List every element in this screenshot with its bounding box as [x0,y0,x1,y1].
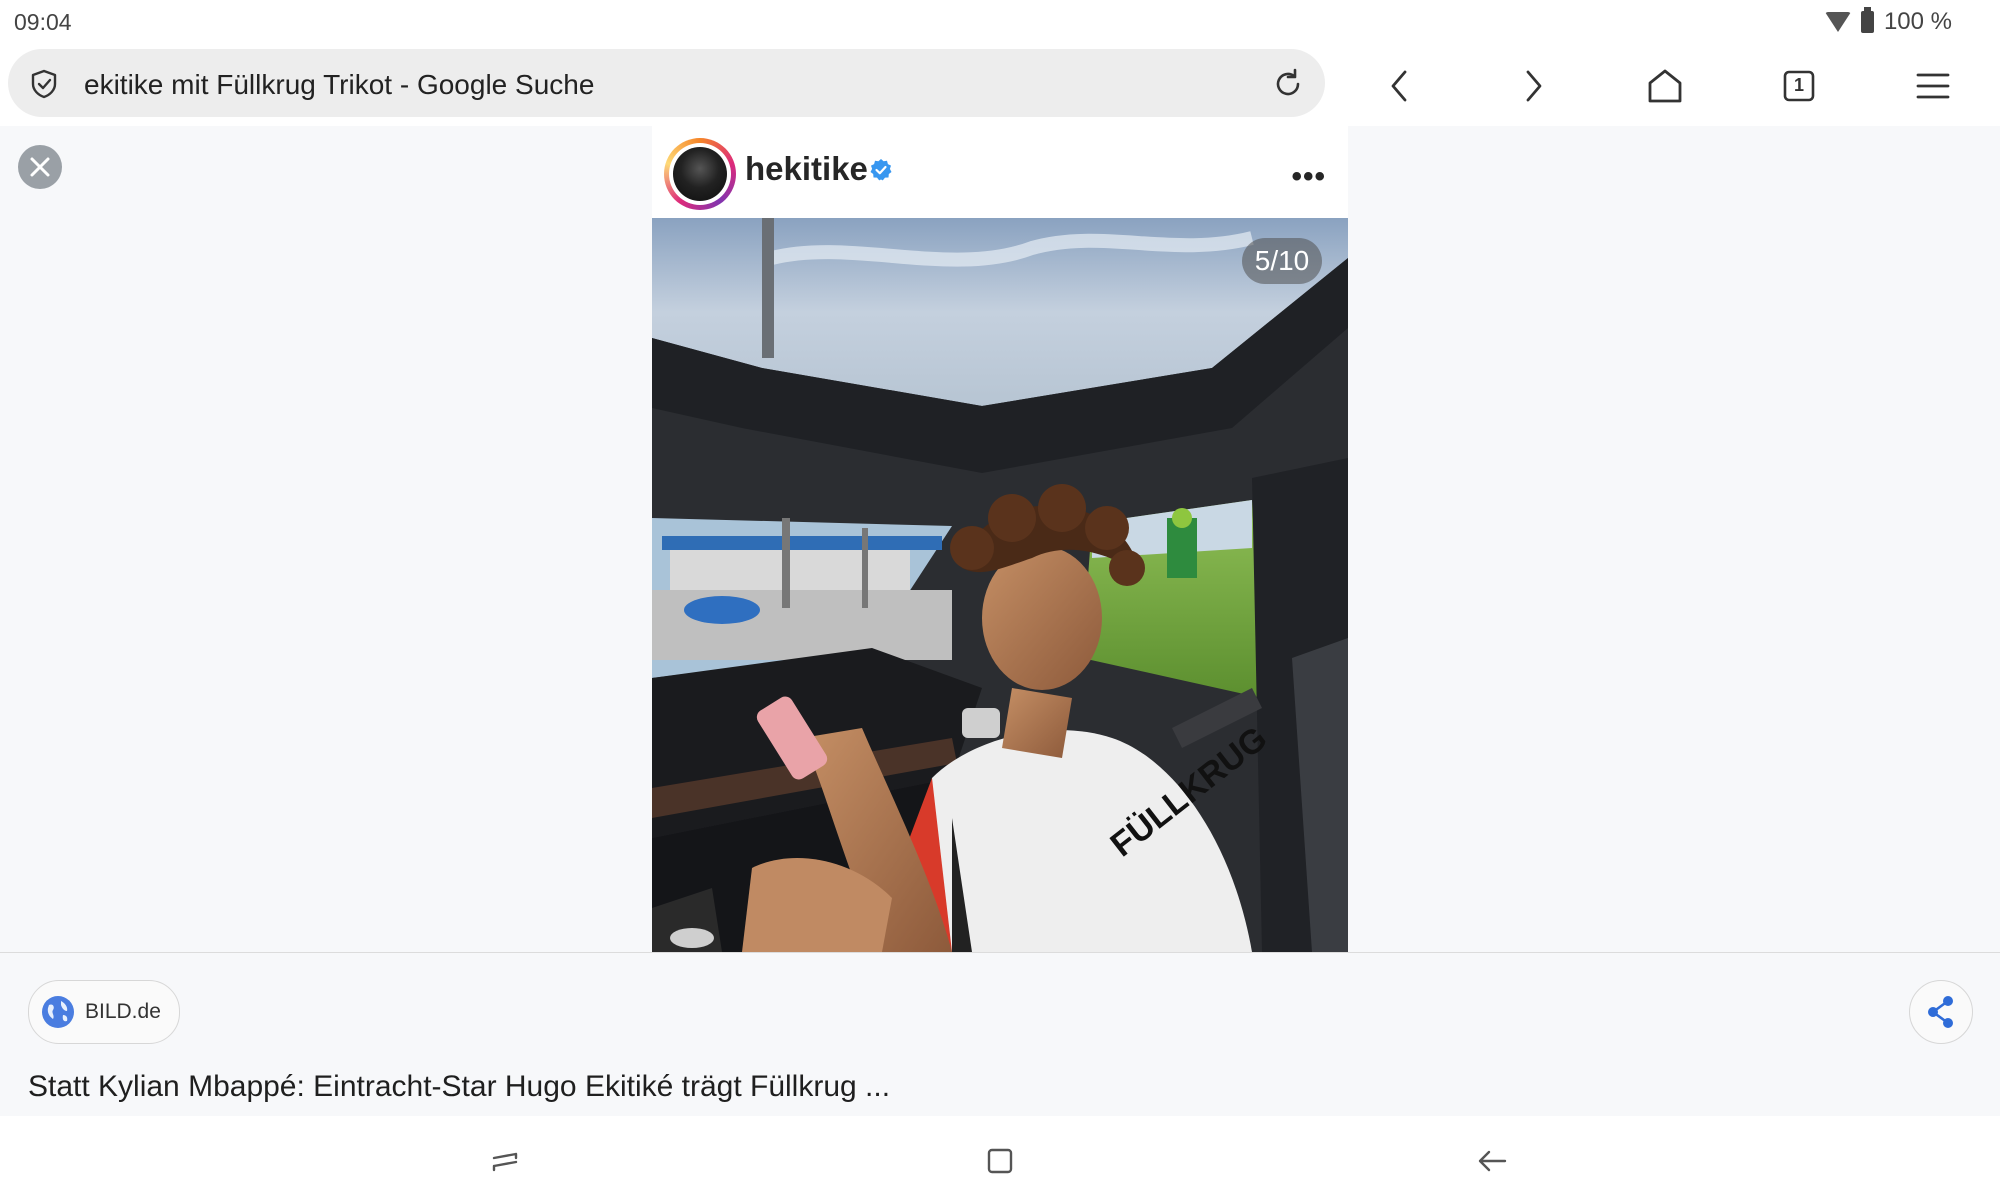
menu-icon[interactable] [1913,66,1953,106]
address-bar[interactable]: ekitike mit Füllkrug Trikot - Google Suc… [8,49,1325,117]
tab-count: 1 [1793,75,1804,95]
forward-arrow-icon[interactable] [1513,66,1553,106]
source-link-chip[interactable]: BILD.de [28,980,180,1044]
source-name: BILD.de [85,1000,161,1023]
verified-badge-icon [870,159,892,181]
status-indicators: 100 % [1824,7,1952,36]
battery-level: 100 % [1883,8,1952,35]
url-text[interactable]: ekitike mit Füllkrug Trikot - Google Suc… [84,69,594,101]
android-navigation-bar [0,1116,2000,1200]
share-button[interactable] [1909,980,1973,1044]
reload-icon[interactable] [1271,67,1305,101]
tabs-button[interactable]: 1 [1779,66,1819,106]
more-options-icon: ••• [1291,160,1326,193]
wifi-icon [1824,12,1851,32]
instagram-username: hekitike [745,150,868,187]
instagram-post-image[interactable]: hekitike ••• FÜLLKRUG 5/10 [652,126,1348,952]
instagram-post-header: hekitike ••• [652,126,1348,218]
divider [0,952,2000,953]
result-headline[interactable]: Statt Kylian Mbappé: Eintracht-Star Hugo… [28,1070,890,1104]
close-viewer-button[interactable] [18,145,62,189]
tracking-protection-shield-icon[interactable] [29,69,59,99]
avatar [664,138,736,210]
car-interior-photo: FÜLLKRUG [652,218,1348,952]
globe-icon [42,996,74,1028]
recent-apps-icon[interactable] [488,1144,522,1178]
system-back-icon[interactable] [1475,1144,1509,1178]
browser-toolbar: ekitike mit Füllkrug Trikot - Google Suc… [0,46,2000,126]
status-bar: 09:04 100 % [0,0,2000,46]
share-icon [1928,996,1953,1028]
slide-counter: 5/10 [1242,238,1322,284]
battery-icon [1860,7,1874,33]
home-icon[interactable] [1645,66,1685,106]
close-icon [30,157,50,177]
status-time: 09:04 [14,9,72,35]
back-arrow-icon[interactable] [1380,66,1420,106]
home-square-icon[interactable] [983,1144,1017,1178]
